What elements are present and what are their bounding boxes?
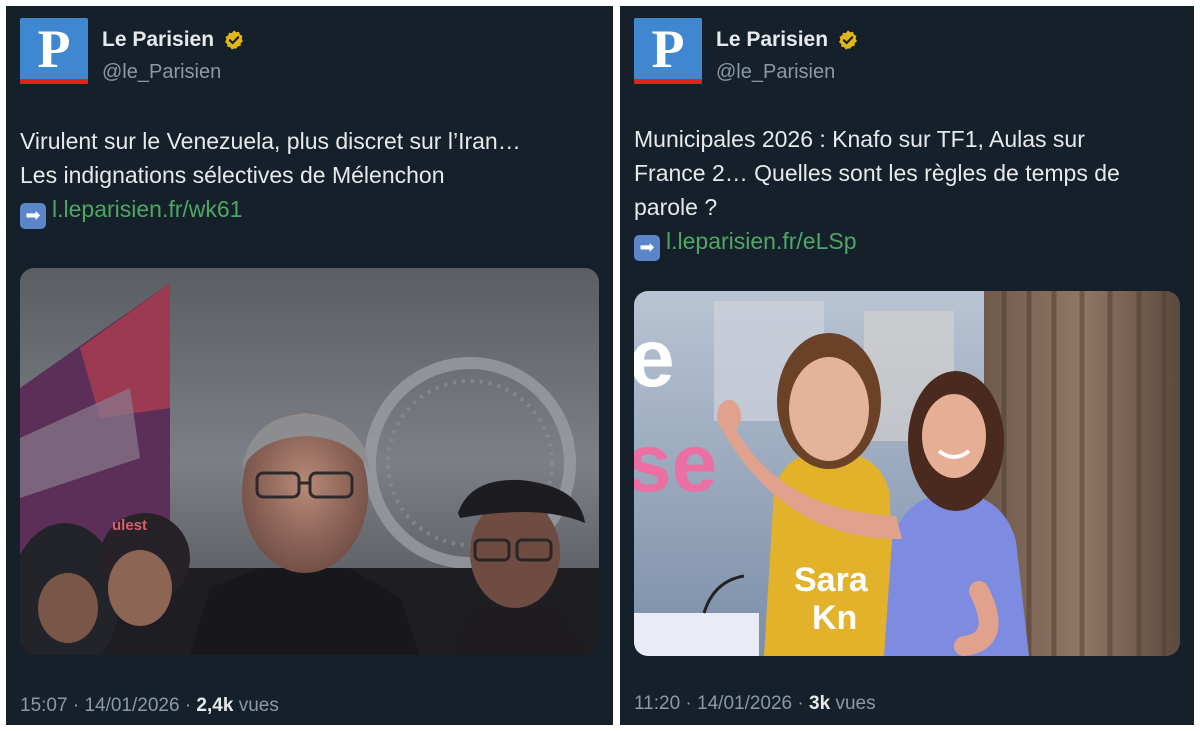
poster-name: Sara [794, 561, 869, 599]
logo-stripe [20, 79, 88, 84]
le-parisien-logo-icon[interactable]: P [20, 18, 88, 84]
views-count: 3k [809, 693, 831, 714]
separator: · [72, 695, 80, 716]
views-count: 2,4k [196, 695, 234, 716]
tweet-card-right: P Le Parisien @le_Parisien Municipales 2… [620, 6, 1194, 725]
knafo-photo: e se Sara Kn [634, 291, 1180, 656]
article-link[interactable]: l.leparisien.fr/wk61 [52, 196, 242, 222]
tweet-image[interactable]: e se Sara Kn [634, 291, 1180, 656]
tweet-text-line: France 2… Quelles sont les règles de tem… [634, 160, 1120, 186]
le-parisien-logo-icon[interactable]: P [634, 18, 702, 84]
views-label: vues [835, 693, 876, 714]
tweet-time[interactable]: 11:20 [634, 693, 680, 714]
separator: · [184, 695, 192, 716]
tweet-text: Virulent sur le Venezuela, plus discret … [20, 124, 599, 229]
account-handle[interactable]: @le_Parisien [102, 60, 221, 84]
tweet-text-line: parole ? [634, 194, 718, 220]
account-name[interactable]: Le Parisien [102, 28, 214, 51]
poster-name: Kn [812, 599, 857, 637]
tweet-time[interactable]: 15:07 [20, 695, 68, 716]
link-line: ➡ l.leparisien.fr/wk61 [20, 192, 599, 229]
tweet-image[interactable]: ulest [20, 268, 599, 655]
logo-stripe [634, 79, 702, 84]
beanie-text: ulest [112, 517, 147, 534]
tweet-card-left: P Le Parisien @le_Parisien Virulent sur … [6, 6, 613, 725]
logo-letter: P [651, 19, 685, 79]
tweet-text-line: Virulent sur le Venezuela, plus discret … [20, 128, 521, 154]
account-name-row[interactable]: Le Parisien [102, 28, 245, 52]
tweet-footer: 11:20 · 14/01/2026 · 3k vues [634, 692, 876, 716]
tweet-text-line: Les indignations sélectives de Mélenchon [20, 162, 445, 188]
melenchon-photo: ulest [20, 268, 599, 655]
link-line: ➡ l.leparisien.fr/eLSp [634, 224, 1180, 261]
tweet-text: Municipales 2026 : Knafo sur TF1, Aulas … [634, 122, 1180, 261]
tweet-footer: 15:07 · 14/01/2026 · 2,4k vues [20, 694, 279, 718]
arrow-right-icon: ➡ [634, 235, 660, 261]
views-label: vues [238, 695, 279, 716]
tweet-text-line: Municipales 2026 : Knafo sur TF1, Aulas … [634, 126, 1085, 152]
account-handle[interactable]: @le_Parisien [716, 60, 835, 84]
separator: · [685, 693, 692, 714]
tweet-date[interactable]: 14/01/2026 [84, 695, 179, 716]
logo-letter: P [37, 19, 71, 79]
article-link[interactable]: l.leparisien.fr/eLSp [666, 228, 857, 254]
arrow-right-icon: ➡ [20, 203, 46, 229]
account-name-row[interactable]: Le Parisien [716, 28, 859, 52]
poster-letter: e [634, 313, 675, 404]
verified-badge-icon [224, 30, 243, 50]
tweet-date[interactable]: 14/01/2026 [697, 693, 792, 714]
separator: · [797, 693, 804, 714]
account-name[interactable]: Le Parisien [716, 28, 828, 51]
verified-badge-icon [838, 30, 857, 50]
poster-letters: se [634, 418, 717, 509]
